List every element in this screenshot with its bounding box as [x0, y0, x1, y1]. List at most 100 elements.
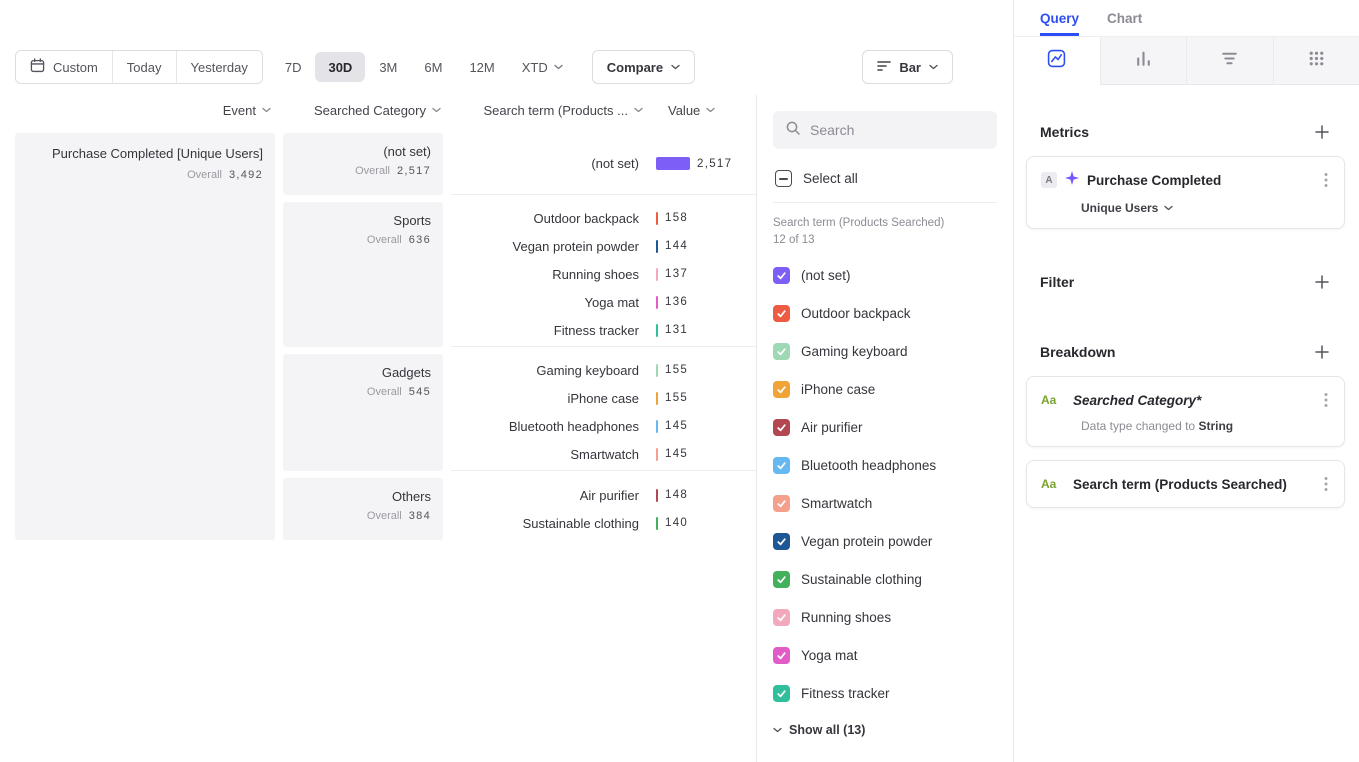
table-row[interactable]: Air purifier148 — [451, 481, 756, 509]
metric-aggregation-dropdown[interactable]: Unique Users — [1081, 201, 1332, 215]
breakdown-menu-button[interactable] — [1320, 390, 1332, 410]
search-input[interactable] — [810, 122, 985, 138]
metrics-header: Metrics — [1026, 121, 1345, 143]
xtd-button[interactable]: XTD — [509, 52, 576, 82]
checkbox-checked-icon[interactable] — [773, 343, 790, 360]
table-row[interactable]: iPhone case155 — [451, 384, 756, 412]
table-group: (not set)Overall2,517 (not set)2,517 — [283, 133, 756, 195]
term-checkbox-item[interactable]: Sustainable clothing — [773, 560, 997, 598]
tab-flows[interactable] — [1186, 37, 1273, 85]
range-6m-button[interactable]: 6M — [411, 52, 455, 82]
event-cell[interactable]: Purchase Completed [Unique Users] Overal… — [15, 133, 275, 540]
category-overall: Overall384 — [295, 510, 431, 522]
checkbox-checked-icon[interactable] — [773, 571, 790, 588]
column-header-category[interactable]: Searched Category — [283, 103, 443, 118]
column-header-label: Value — [668, 103, 700, 118]
tab-funnels[interactable] — [1100, 37, 1187, 85]
breakdown-menu-button[interactable] — [1320, 474, 1332, 494]
range-3m-button[interactable]: 3M — [366, 52, 410, 82]
checkbox-checked-icon[interactable] — [773, 495, 790, 512]
term-checkbox-item[interactable]: Bluetooth headphones — [773, 446, 997, 484]
term-checkbox-item[interactable]: Vegan protein powder — [773, 522, 997, 560]
metric-menu-button[interactable] — [1320, 170, 1332, 190]
kebab-icon — [1324, 172, 1328, 188]
term-label: Yoga mat — [801, 648, 858, 663]
checkbox-checked-icon[interactable] — [773, 647, 790, 664]
range-7d-button[interactable]: 7D — [272, 52, 315, 82]
search-box[interactable] — [773, 111, 997, 149]
search-icon — [785, 120, 801, 141]
term-checkbox-item[interactable]: Smartwatch — [773, 484, 997, 522]
today-button[interactable]: Today — [112, 51, 176, 83]
term-checkbox-item[interactable]: iPhone case — [773, 370, 997, 408]
select-all-checkbox-indeterminate-icon[interactable] — [775, 170, 792, 187]
term-checkbox-item[interactable]: Fitness tracker — [773, 674, 997, 712]
breakdown-section: Breakdown Aa Searched Category* Data typ… — [1014, 341, 1359, 508]
checkbox-checked-icon[interactable] — [773, 533, 790, 550]
checkbox-checked-icon[interactable] — [773, 685, 790, 702]
report-table: Event Searched Category Search term (Pro… — [0, 95, 756, 762]
chart-type-button[interactable]: Bar — [862, 50, 953, 84]
table-row[interactable]: Sustainable clothing140 — [451, 509, 756, 537]
category-cell[interactable]: OthersOverall384 — [283, 478, 443, 540]
metric-card[interactable]: A Purchase Completed Unique Users — [1026, 156, 1345, 229]
series-badge: A — [1041, 172, 1057, 188]
tab-retention[interactable] — [1273, 37, 1359, 85]
add-breakdown-button[interactable] — [1311, 341, 1333, 363]
add-metric-button[interactable] — [1311, 121, 1333, 143]
breakdown-card[interactable]: Aa Search term (Products Searched) — [1026, 460, 1345, 508]
table-group: GadgetsOverall545 Gaming keyboard155iPhon… — [283, 354, 756, 471]
value-bar — [656, 364, 658, 377]
table-row[interactable]: (not set)2,517 — [451, 150, 756, 178]
range-12m-button[interactable]: 12M — [456, 52, 507, 82]
table-row[interactable]: Bluetooth headphones145 — [451, 412, 756, 440]
category-cell[interactable]: (not set)Overall2,517 — [283, 133, 443, 195]
chevron-down-icon — [706, 107, 715, 113]
select-all-row[interactable]: Select all — [775, 170, 995, 187]
show-all-button[interactable]: Show all (13) — [773, 712, 997, 748]
category-cell[interactable]: SportsOverall636 — [283, 202, 443, 347]
term-checkbox-item[interactable]: Air purifier — [773, 408, 997, 446]
tab-chart[interactable]: Chart — [1107, 11, 1142, 36]
category-cell[interactable]: GadgetsOverall545 — [283, 354, 443, 471]
chevron-down-icon — [671, 64, 680, 70]
range-30d-button[interactable]: 30D — [315, 52, 365, 82]
checkbox-checked-icon[interactable] — [773, 381, 790, 398]
term-label: Smartwatch — [451, 447, 651, 462]
term-checkbox-item[interactable]: (not set) — [773, 256, 997, 294]
table-row[interactable]: Outdoor backpack158 — [451, 204, 756, 232]
compare-button[interactable]: Compare — [592, 50, 695, 84]
custom-range-button[interactable]: Custom — [16, 51, 112, 83]
chevron-down-icon — [1164, 205, 1173, 211]
checkbox-checked-icon[interactable] — [773, 609, 790, 626]
term-checkbox-item[interactable]: Yoga mat — [773, 636, 997, 674]
term-checkbox-item[interactable]: Outdoor backpack — [773, 294, 997, 332]
value-cell: 137 — [651, 268, 688, 281]
tab-insights[interactable] — [1014, 37, 1100, 85]
table-row[interactable]: Vegan protein powder144 — [451, 232, 756, 260]
value-label: 158 — [665, 212, 688, 224]
column-header-event[interactable]: Event — [15, 103, 275, 118]
table-row[interactable]: Running shoes137 — [451, 260, 756, 288]
checkbox-checked-icon[interactable] — [773, 305, 790, 322]
term-checkbox-item[interactable]: Gaming keyboard — [773, 332, 997, 370]
table-row[interactable]: Smartwatch145 — [451, 440, 756, 468]
term-label: Gaming keyboard — [801, 344, 908, 359]
tab-query[interactable]: Query — [1040, 11, 1079, 36]
column-header-value[interactable]: Value — [651, 103, 715, 118]
checkbox-checked-icon[interactable] — [773, 267, 790, 284]
column-header-term[interactable]: Search term (Products ... — [451, 103, 651, 118]
term-label: Air purifier — [451, 488, 651, 503]
table-header-row: Event Searched Category Search term (Pro… — [15, 95, 756, 125]
table-row[interactable]: Gaming keyboard155 — [451, 356, 756, 384]
checkbox-checked-icon[interactable] — [773, 419, 790, 436]
table-row[interactable]: Yoga mat136 — [451, 288, 756, 316]
add-filter-button[interactable] — [1311, 271, 1333, 293]
checkbox-checked-icon[interactable] — [773, 457, 790, 474]
term-label: Smartwatch — [801, 496, 872, 511]
yesterday-button[interactable]: Yesterday — [176, 51, 262, 83]
table-row[interactable]: Fitness tracker131 — [451, 316, 756, 344]
breakdown-card[interactable]: Aa Searched Category* Data type changed … — [1026, 376, 1345, 447]
term-checkbox-item[interactable]: Running shoes — [773, 598, 997, 636]
custom-label: Custom — [53, 60, 98, 75]
